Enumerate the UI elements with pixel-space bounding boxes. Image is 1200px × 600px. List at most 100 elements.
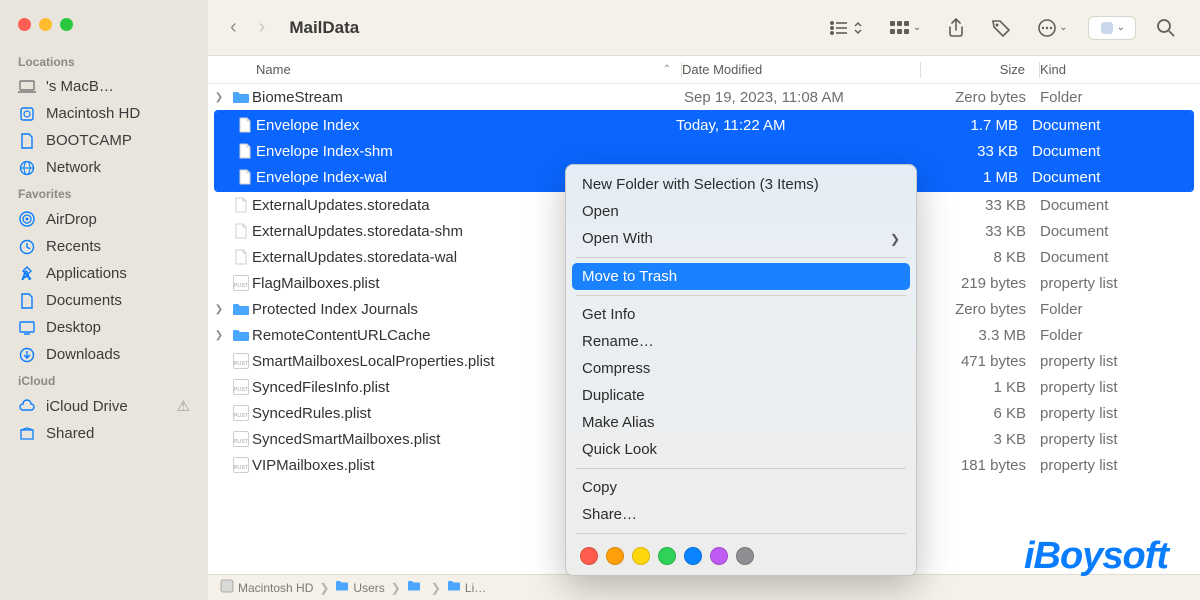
file-row[interactable]: Envelope Index-shm33 KBDocument <box>216 138 1192 164</box>
file-size: 33 KB <box>914 143 1032 160</box>
menu-item[interactable]: Get Info <box>566 301 916 328</box>
menu-item[interactable]: Open <box>566 198 916 225</box>
file-kind: property list <box>1040 275 1200 292</box>
sidebar-item[interactable]: Recents <box>0 233 208 260</box>
file-size: 3.3 MB <box>922 327 1040 344</box>
column-headers: Name⌃ Date Modified Size Kind <box>208 56 1200 84</box>
sidebar-item[interactable]: Macintosh HD <box>0 100 208 127</box>
file-date: Today, 11:22 AM <box>676 117 914 134</box>
doc-icon <box>230 223 252 239</box>
file-size: 8 KB <box>922 249 1040 266</box>
file-size: 1 MB <box>914 169 1032 186</box>
menu-item-label: New Folder with Selection (3 Items) <box>582 176 819 193</box>
tags-button[interactable] <box>985 14 1017 42</box>
menu-item[interactable]: Copy <box>566 474 916 501</box>
menu-item-label: Move to Trash <box>582 268 677 285</box>
path-segment[interactable]: Li… <box>447 580 486 595</box>
disclosure-icon[interactable]: ❯ <box>208 330 230 341</box>
plist-icon: PLIST <box>230 379 252 395</box>
menu-item[interactable]: Make Alias <box>566 409 916 436</box>
file-name: Envelope Index <box>256 117 676 134</box>
path-segment[interactable]: Macintosh HD <box>220 579 313 596</box>
sidebar: Locations's MacB…Macintosh HDBOOTCAMPNet… <box>0 0 208 600</box>
column-kind[interactable]: Kind <box>1040 62 1200 77</box>
file-size: 219 bytes <box>922 275 1040 292</box>
sidebar-item[interactable]: 's MacB… <box>0 73 208 100</box>
disclosure-icon[interactable]: ❯ <box>208 92 230 103</box>
menu-item-label: Open <box>582 203 619 220</box>
forward-button[interactable]: › <box>255 16 270 39</box>
tag-color[interactable] <box>658 547 676 565</box>
view-list-button[interactable] <box>823 16 869 40</box>
file-kind: property list <box>1040 405 1200 422</box>
disclosure-icon[interactable]: ❯ <box>208 304 230 315</box>
menu-item-label: Share… <box>582 506 637 523</box>
column-name[interactable]: Name⌃ <box>208 62 681 77</box>
file-name: BiomeStream <box>252 89 684 106</box>
file-size: 6 KB <box>922 405 1040 422</box>
sidebar-item[interactable]: AApplications <box>0 260 208 287</box>
file-size: Zero bytes <box>922 301 1040 318</box>
file-kind: Folder <box>1040 301 1200 318</box>
file-row[interactable]: Envelope IndexToday, 11:22 AM1.7 MBDocum… <box>216 112 1192 138</box>
file-date: Sep 19, 2023, 11:08 AM <box>684 89 922 106</box>
doc-icon <box>234 169 256 185</box>
sidebar-item[interactable]: AirDrop <box>0 205 208 233</box>
menu-item[interactable]: Quick Look <box>566 436 916 463</box>
path-separator-icon: ❯ <box>319 581 329 595</box>
sidebar-item[interactable]: Shared <box>0 420 208 447</box>
tag-color[interactable] <box>684 547 702 565</box>
sidebar-item[interactable]: BOOTCAMP <box>0 127 208 154</box>
globe-icon <box>18 160 36 176</box>
menu-item[interactable]: Compress <box>566 355 916 382</box>
close-button[interactable] <box>18 18 31 31</box>
back-button[interactable]: ‹ <box>226 16 241 39</box>
plist-icon: PLIST <box>230 275 252 291</box>
share-button[interactable] <box>941 14 971 42</box>
menu-item[interactable]: Rename… <box>566 328 916 355</box>
file-kind: Document <box>1032 143 1192 160</box>
sidebar-item-label: Applications <box>46 265 127 282</box>
fullscreen-button[interactable] <box>60 18 73 31</box>
search-button[interactable] <box>1150 14 1182 42</box>
menu-item[interactable]: Move to Trash <box>572 263 910 290</box>
file-row[interactable]: ❯BiomeStreamSep 19, 2023, 11:08 AMZero b… <box>208 84 1200 110</box>
minimize-button[interactable] <box>39 18 52 31</box>
doc-icon <box>18 133 36 149</box>
path-icon <box>335 580 349 595</box>
column-date[interactable]: Date Modified <box>682 62 920 77</box>
group-button[interactable]: ⌄ <box>883 16 927 40</box>
menu-item[interactable]: New Folder with Selection (3 Items) <box>566 171 916 198</box>
menu-separator <box>576 295 906 296</box>
menu-item[interactable]: Share… <box>566 501 916 528</box>
tag-color[interactable] <box>632 547 650 565</box>
sidebar-item[interactable]: iCloud Drive⚠ <box>0 392 208 420</box>
file-kind: Document <box>1040 249 1200 266</box>
path-segment[interactable] <box>407 580 425 595</box>
download-icon <box>18 347 36 363</box>
path-segment[interactable]: Users <box>335 580 384 595</box>
tag-color[interactable] <box>580 547 598 565</box>
sidebar-item[interactable]: Desktop <box>0 314 208 341</box>
sidebar-item-label: Desktop <box>46 319 101 336</box>
tag-color[interactable] <box>606 547 624 565</box>
sidebar-item[interactable]: Network <box>0 154 208 181</box>
clock-icon <box>18 239 36 255</box>
sidebar-item[interactable]: Downloads <box>0 341 208 368</box>
menu-item[interactable]: Duplicate <box>566 382 916 409</box>
menu-separator <box>576 257 906 258</box>
tag-color[interactable] <box>710 547 728 565</box>
file-kind: Document <box>1040 223 1200 240</box>
file-size: 471 bytes <box>922 353 1040 370</box>
menu-item[interactable]: Open With❯ <box>566 225 916 252</box>
warning-icon: ⚠ <box>177 397 190 415</box>
submenu-arrow-icon: ❯ <box>890 232 900 246</box>
window-title: MailData <box>289 18 359 38</box>
sidebar-item-label: AirDrop <box>46 211 97 228</box>
path-label: Li… <box>465 581 486 595</box>
sidebar-item[interactable]: Documents <box>0 287 208 314</box>
more-button[interactable]: ⌄ <box>1031 14 1073 42</box>
column-size[interactable]: Size <box>921 62 1039 77</box>
badge-button[interactable]: ⌄ <box>1088 16 1136 40</box>
tag-color[interactable] <box>736 547 754 565</box>
